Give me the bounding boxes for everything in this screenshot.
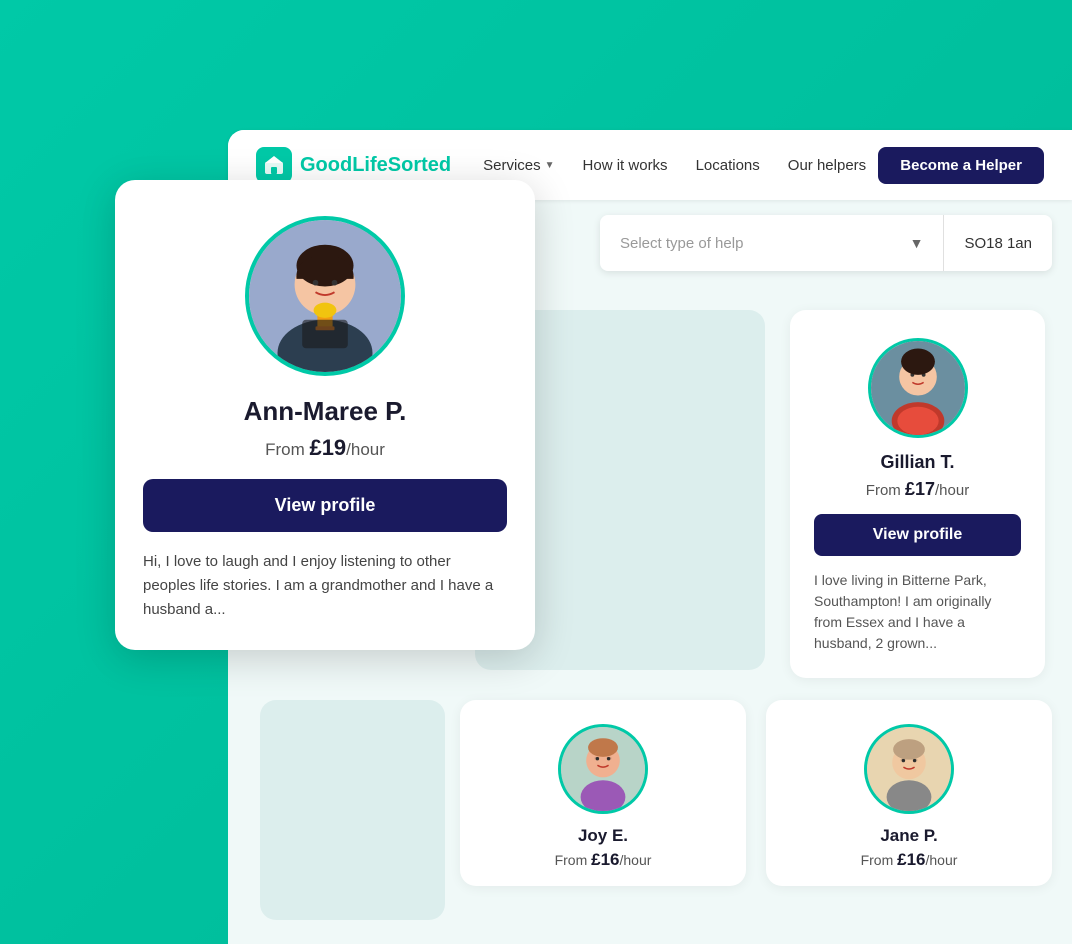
helper-name-gillian: Gillian T. [880, 452, 954, 473]
helper-rate-ann-maree: From £19/hour [265, 435, 385, 461]
helper-name-ann-maree: Ann-Maree P. [244, 396, 407, 427]
avatar-joy [558, 724, 648, 814]
service-type-select[interactable]: Select type of help ▼ [600, 215, 944, 271]
nav-how-it-works[interactable]: How it works [583, 157, 668, 174]
view-profile-button-ann-maree[interactable]: View profile [143, 479, 507, 532]
helper-card-gillian: Gillian T. From £17/hour View profile I … [790, 310, 1045, 678]
nav-locations[interactable]: Locations [696, 157, 760, 174]
nav-our-helpers[interactable]: Our helpers [788, 157, 866, 174]
nav-services[interactable]: Services ▼ [483, 157, 554, 174]
bottom-cards-section: Joy E. From £16/hour Jane P. From £16/ho [460, 700, 1052, 886]
helper-card-placeholder-2 [260, 700, 445, 920]
become-helper-button[interactable]: Become a Helper [878, 147, 1044, 184]
select-placeholder: Select type of help [620, 235, 910, 252]
helper-card-jane: Jane P. From £16/hour [766, 700, 1052, 886]
select-chevron-icon: ▼ [910, 235, 924, 251]
avatar-gillian [868, 338, 968, 438]
location-input[interactable]: SO18 1an [944, 235, 1052, 252]
helper-name-jane: Jane P. [880, 826, 937, 846]
logo-icon [256, 147, 292, 183]
helper-bio-gillian: I love living in Bitterne Park, Southamp… [814, 570, 1021, 654]
helper-rate-jane: From £16/hour [861, 850, 958, 870]
helper-card-joy: Joy E. From £16/hour [460, 700, 746, 886]
view-profile-button-gillian[interactable]: View profile [814, 514, 1021, 556]
avatar-ann-maree [245, 216, 405, 376]
logo-text: GoodLifeSorted [300, 154, 451, 177]
helper-rate-joy: From £16/hour [555, 850, 652, 870]
logo[interactable]: GoodLifeSorted [256, 147, 451, 183]
search-bar: Select type of help ▼ SO18 1an [600, 215, 1052, 271]
popup-card-ann-maree: Ann-Maree P. From £19/hour View profile … [115, 180, 535, 650]
avatar-jane [864, 724, 954, 814]
nav-links: Services ▼ How it works Locations Our he… [483, 157, 878, 174]
helper-rate-gillian: From £17/hour [866, 479, 969, 500]
helper-name-joy: Joy E. [578, 826, 628, 846]
chevron-down-icon: ▼ [545, 160, 555, 171]
helper-bio-ann-maree: Hi, I love to laugh and I enjoy listenin… [143, 550, 507, 622]
